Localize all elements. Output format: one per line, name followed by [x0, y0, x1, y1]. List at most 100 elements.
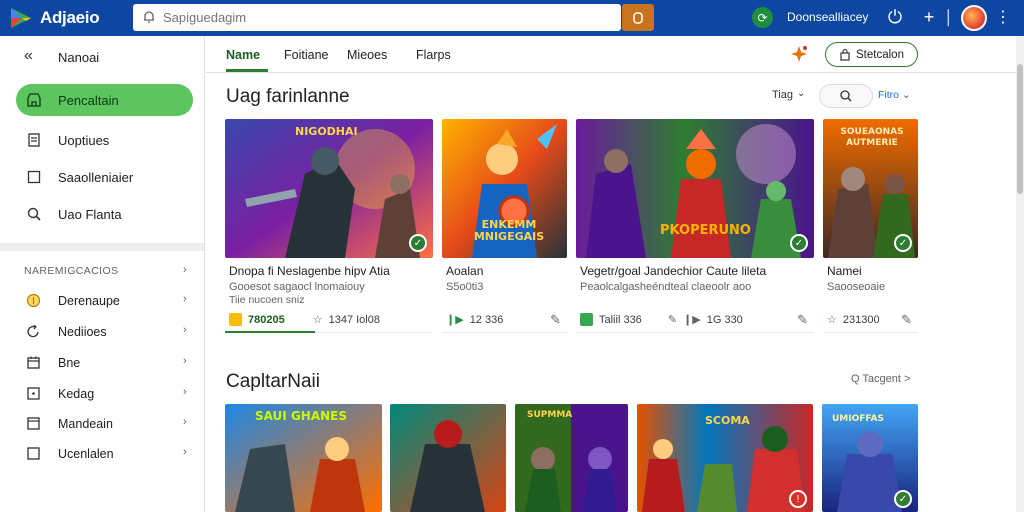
- game-card[interactable]: NIGODHAI ✓ Dnopa fi Neslagenbe hipv Atia…: [225, 119, 433, 333]
- verified-badge: ✓: [409, 234, 427, 252]
- search-button[interactable]: [622, 4, 654, 31]
- leaf-icon: [580, 313, 593, 326]
- top-app-bar: Adjaeio ⟳ Doonsealliacey ⏻ + │ ⋮: [0, 0, 1024, 36]
- chevron-right-icon: ›: [183, 324, 187, 336]
- game-tile[interactable]: UMIOFFAS ✓: [822, 404, 918, 512]
- chevron-right-icon: ›: [183, 293, 187, 305]
- tab-features[interactable]: Foitiane: [284, 48, 328, 62]
- sync-status-button[interactable]: ⟳: [752, 7, 773, 28]
- scrollbar[interactable]: [1016, 36, 1024, 512]
- category-item[interactable]: Ucenlalen ›: [0, 441, 204, 467]
- chevron-right-icon: ›: [183, 416, 187, 428]
- scrollbar-thumb[interactable]: [1017, 64, 1023, 194]
- category-item[interactable]: Kedag ›: [0, 381, 204, 407]
- game-tile[interactable]: SUPMMA: [515, 404, 628, 512]
- sparkle-icon[interactable]: [789, 44, 809, 64]
- game-card[interactable]: SOUEAONAS AUTMERIE ✓ Namei Saooseoaie ☆ …: [823, 119, 918, 333]
- stat-value: 231300: [842, 313, 880, 326]
- tab-name[interactable]: Name: [226, 48, 260, 62]
- poster-title: NIGODHAI: [295, 125, 358, 138]
- category-item[interactable]: Mandeain ›: [0, 411, 204, 437]
- box-icon: [27, 447, 40, 460]
- tab-flarps[interactable]: Flarps: [416, 48, 451, 62]
- sidebar-item-options[interactable]: Uoptiues: [0, 126, 204, 154]
- sidebar-item-saved[interactable]: Saaolleniaier: [0, 163, 204, 191]
- card-title: Namei: [827, 264, 862, 278]
- coin-icon: [26, 293, 41, 308]
- bag-icon: [840, 48, 850, 61]
- square-dot-icon: [27, 387, 40, 400]
- filter-search-button[interactable]: [819, 84, 873, 108]
- stat-value: Taliil 336: [599, 313, 642, 326]
- category-label: Mandeain: [58, 417, 113, 431]
- more-button[interactable]: ⋮: [992, 6, 1014, 28]
- game-tile[interactable]: SCOMA !: [637, 404, 813, 512]
- verified-badge: ✓: [894, 234, 912, 252]
- filter-link[interactable]: Fitro ⌄: [878, 89, 911, 101]
- tab-movies[interactable]: Mieoes: [347, 48, 387, 62]
- add-button[interactable]: +: [918, 6, 940, 28]
- category-item[interactable]: Nediioes ›: [0, 319, 204, 345]
- chevron-right-icon: ›: [183, 386, 187, 398]
- filter-label[interactable]: Tiag: [772, 89, 793, 101]
- sidebar-item-label: Pencaltain: [58, 93, 119, 108]
- game-tile[interactable]: SAUI GHANES: [225, 404, 382, 512]
- card-subtitle: S5o0ti3: [446, 281, 484, 293]
- alert-badge: !: [789, 490, 807, 508]
- refresh-icon: [27, 324, 39, 338]
- section-title: Uag farinlanne: [226, 86, 350, 107]
- game-thumbnail: PKOPERUNO ✓: [576, 119, 814, 258]
- search-icon: [633, 11, 643, 24]
- bars-icon: │: [944, 9, 954, 25]
- square-icon: [27, 170, 41, 184]
- avatar[interactable]: [961, 5, 987, 31]
- app-title: Adjaeio: [40, 8, 100, 27]
- see-more-link[interactable]: Q Tacgent >: [851, 373, 910, 385]
- chevron-right-icon: ›: [183, 446, 187, 458]
- search-input[interactable]: [163, 8, 603, 27]
- game-thumbnail: SOUEAONAS AUTMERIE ✓: [823, 119, 918, 258]
- game-tile[interactable]: [390, 404, 506, 512]
- category-label: Ucenlalen: [58, 447, 114, 461]
- search-bar[interactable]: [133, 4, 621, 31]
- category-label: Bne: [58, 356, 81, 370]
- app-logo-icon[interactable]: [8, 5, 34, 31]
- verified-badge: ✓: [894, 490, 912, 508]
- stat-value: 1347 Iol08: [328, 313, 380, 326]
- poster-title: SOUEAONAS AUTMERIE: [840, 127, 904, 148]
- game-card[interactable]: PKOPERUNO ✓ Vegetr/goal Jandechior Caute…: [576, 119, 814, 333]
- edit-icon[interactable]: ✎: [901, 312, 912, 328]
- category-label: Nediioes: [58, 325, 107, 339]
- document-icon: [28, 133, 40, 147]
- chevron-right-icon: ›: [183, 355, 187, 367]
- sidebar-item-label: Uoptiues: [58, 133, 110, 148]
- card-title: Aoalan: [446, 264, 484, 278]
- chevron-right-icon[interactable]: ›: [183, 264, 187, 276]
- star-icon: ☆: [827, 314, 837, 326]
- chevron-double-left-icon: «: [24, 47, 33, 64]
- refresh-icon: ⟳: [757, 10, 768, 25]
- action-button[interactable]: Stetcalon: [825, 42, 918, 67]
- sidebar-item-active[interactable]: Pencaltain: [16, 84, 193, 116]
- category-item[interactable]: Derenaupe ›: [0, 288, 204, 314]
- sidebar-item-search[interactable]: Uao Flanta: [0, 200, 204, 228]
- poster-title: ENKEMM MNIGEGAIS: [473, 218, 545, 243]
- status-text: Doonsealliacey: [787, 10, 869, 24]
- calendar-icon: [27, 356, 40, 369]
- game-card[interactable]: ENKEMM MNIGEGAIS Aoalan S5o0ti3 ❙▶ 12 33…: [442, 119, 567, 333]
- verified-badge: ✓: [790, 234, 808, 252]
- power-button[interactable]: ⏻: [884, 6, 906, 28]
- poster-title: UMIOFFAS: [832, 414, 884, 424]
- sidebar: « Nanoai Pencaltain Uoptiues Saaolleniai…: [0, 36, 205, 512]
- edit-icon[interactable]: ✎: [550, 312, 561, 328]
- stat-value: 1G 330: [706, 313, 743, 326]
- trophy-icon: [229, 313, 242, 326]
- sidebar-collapse[interactable]: « Nanoai: [0, 44, 204, 70]
- category-item[interactable]: Bne ›: [0, 350, 204, 376]
- edit-icon[interactable]: ✎: [797, 312, 808, 328]
- poster-title: SUPMMA: [527, 410, 573, 420]
- menu-button[interactable]: │: [938, 6, 960, 28]
- star-icon: ☆: [312, 314, 323, 326]
- sidebar-section-title: NAREMIGCACIOS: [24, 265, 119, 277]
- card-stats: ❙▶ 12 336: [446, 313, 503, 327]
